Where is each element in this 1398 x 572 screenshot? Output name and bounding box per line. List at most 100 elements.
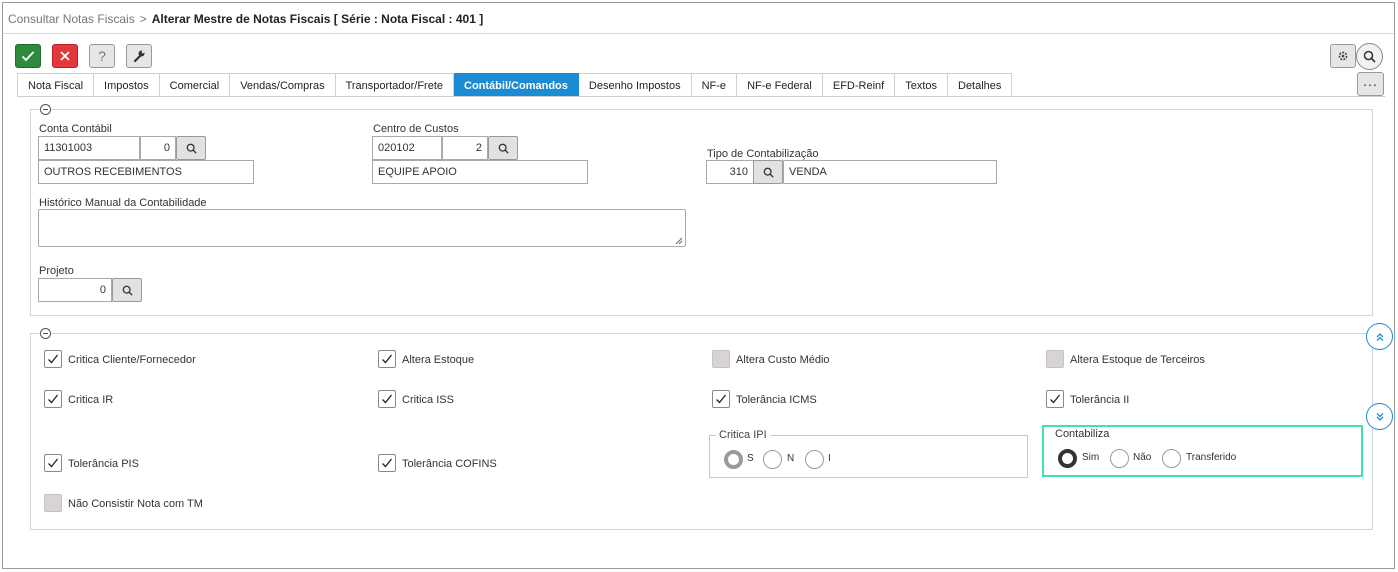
tipo-contabilizacao-code-input[interactable]: 310	[706, 160, 754, 184]
header-divider	[3, 33, 1394, 34]
conta-contabil-description-field: OUTROS RECEBIMENTOS	[38, 160, 254, 184]
projeto-search-button[interactable]	[112, 278, 142, 302]
radio-label: Não	[1133, 452, 1152, 463]
checkbox-label: Tolerância PIS	[68, 458, 139, 470]
scroll-up-button[interactable]	[1366, 323, 1393, 350]
check-icon	[48, 394, 59, 404]
checkbox-label: Critica IR	[68, 394, 114, 406]
collapse-options-icon[interactable]	[40, 328, 51, 339]
checkbox-tolerancia-pis[interactable]	[44, 454, 62, 472]
radio-label: I	[828, 453, 831, 464]
checkbox-altera-estoque-terceiros[interactable]	[1046, 350, 1064, 368]
conta-contabil-code-input[interactable]: 11301003	[38, 136, 140, 160]
radio-label: S	[747, 453, 754, 464]
checkbox-critica-cliente-fornecedor[interactable]	[44, 350, 62, 368]
tab-impostos[interactable]: Impostos	[94, 73, 160, 97]
radio-critica-ipi-n[interactable]	[763, 450, 782, 469]
check-icon	[382, 458, 393, 468]
radio-critica-ipi-i[interactable]	[805, 450, 824, 469]
checkbox-altera-estoque[interactable]	[378, 350, 396, 368]
checkbox-critica-iss[interactable]	[378, 390, 396, 408]
tab-desenho-impostos[interactable]: Desenho Impostos	[578, 73, 692, 97]
page-title: Alterar Mestre de Notas Fiscais [ Série …	[151, 12, 484, 26]
contabiliza-title: Contabiliza	[1055, 428, 1110, 440]
help-icon: ?	[98, 48, 106, 64]
help-button[interactable]: ?	[89, 44, 115, 68]
tab-nfe-federal[interactable]: NF-e Federal	[737, 73, 823, 97]
tab-nota-fiscal[interactable]: Nota Fiscal	[17, 73, 95, 97]
checkbox-altera-custo-medio[interactable]	[712, 350, 730, 368]
tab-contabil-comandos[interactable]: Contábil/Comandos	[454, 73, 579, 97]
check-icon	[382, 394, 393, 404]
tab-nfe[interactable]: NF-e	[691, 73, 738, 97]
resize-handle-icon[interactable]	[675, 237, 683, 245]
radio-contabiliza-sim[interactable]	[1058, 449, 1077, 468]
check-icon	[48, 354, 59, 364]
tipo-contabilizacao-description-field: VENDA	[783, 160, 997, 184]
checkbox-label: Critica Cliente/Fornecedor	[68, 354, 196, 366]
radio-label: Transferido	[1186, 452, 1237, 463]
checkbox-label: Tolerância COFINS	[402, 458, 497, 470]
projeto-input[interactable]: 0	[38, 278, 112, 302]
tab-efd-reinf[interactable]: EFD-Reinf	[822, 73, 896, 97]
centro-custos-code-input[interactable]: 020102	[372, 136, 442, 160]
radio-contabiliza-nao[interactable]	[1110, 449, 1129, 468]
settings-button[interactable]	[1330, 44, 1356, 68]
more-options-button[interactable]: ...	[1357, 72, 1384, 96]
checkbox-critica-ir[interactable]	[44, 390, 62, 408]
tab-comercial[interactable]: Comercial	[159, 73, 231, 97]
tipo-contabilizacao-search-button[interactable]	[753, 160, 783, 184]
checkbox-tolerancia-icms[interactable]	[712, 390, 730, 408]
centro-custos-search-button[interactable]	[488, 136, 518, 160]
projeto-label: Projeto	[39, 265, 74, 277]
scroll-down-button[interactable]	[1366, 403, 1393, 430]
critica-ipi-title: Critica IPI	[716, 429, 770, 441]
close-icon	[60, 51, 70, 61]
checkbox-label: Tolerância ICMS	[736, 394, 817, 406]
confirm-button[interactable]	[15, 44, 41, 68]
conta-contabil-label: Conta Contábil	[39, 123, 112, 135]
ellipsis-icon: ...	[1363, 73, 1378, 89]
gear-icon	[1338, 51, 1348, 61]
check-icon	[382, 354, 393, 364]
historico-label: Histórico Manual da Contabilidade	[39, 197, 207, 209]
tab-bar-divider	[17, 96, 1385, 97]
wrench-icon	[133, 50, 145, 63]
tools-button[interactable]	[126, 44, 152, 68]
checkbox-label: Altera Estoque	[402, 354, 475, 366]
collapse-accounting-icon[interactable]	[40, 104, 51, 115]
tab-transportador-frete[interactable]: Transportador/Frete	[335, 73, 454, 97]
historico-textarea[interactable]	[38, 209, 686, 247]
check-icon	[21, 51, 35, 62]
double-chevron-up-icon	[1376, 332, 1383, 341]
checkbox-nao-consistir-nota-tm[interactable]	[44, 494, 62, 512]
breadcrumb: Consultar Notas Fiscais > Alterar Mestre d…	[8, 12, 483, 26]
critica-ipi-group	[709, 435, 1028, 478]
search-icon	[186, 143, 197, 154]
cancel-button[interactable]	[52, 44, 78, 68]
radio-label: N	[787, 453, 795, 464]
breadcrumb-parent-link[interactable]: Consultar Notas Fiscais	[8, 12, 135, 26]
check-icon	[716, 394, 727, 404]
breadcrumb-separator: >	[139, 12, 147, 26]
tab-vendas-compras[interactable]: Vendas/Compras	[230, 73, 336, 97]
centro-custos-digit-input[interactable]: 2	[442, 136, 488, 160]
checkbox-tolerancia-cofins[interactable]	[378, 454, 396, 472]
tab-textos[interactable]: Textos	[895, 73, 948, 97]
search-icon	[498, 143, 509, 154]
checkbox-label: Tolerância II	[1070, 394, 1130, 406]
checkbox-label: Altera Custo Médio	[736, 354, 830, 366]
double-chevron-down-icon	[1376, 412, 1383, 421]
checkbox-tolerancia-ii[interactable]	[1046, 390, 1064, 408]
tab-detalhes[interactable]: Detalhes	[948, 73, 1013, 97]
global-search-button[interactable]	[1356, 43, 1383, 70]
conta-contabil-search-button[interactable]	[176, 136, 206, 160]
tipo-contabilizacao-label: Tipo de Contabilização	[707, 148, 819, 160]
radio-critica-ipi-s[interactable]	[724, 450, 743, 469]
tab-bar: Nota Fiscal Impostos Comercial Vendas/Co…	[17, 73, 1013, 97]
search-icon	[122, 285, 133, 296]
conta-contabil-digit-input[interactable]: 0	[140, 136, 176, 160]
search-icon	[763, 167, 774, 178]
radio-contabiliza-transferido[interactable]	[1162, 449, 1181, 468]
search-icon	[1363, 50, 1376, 63]
